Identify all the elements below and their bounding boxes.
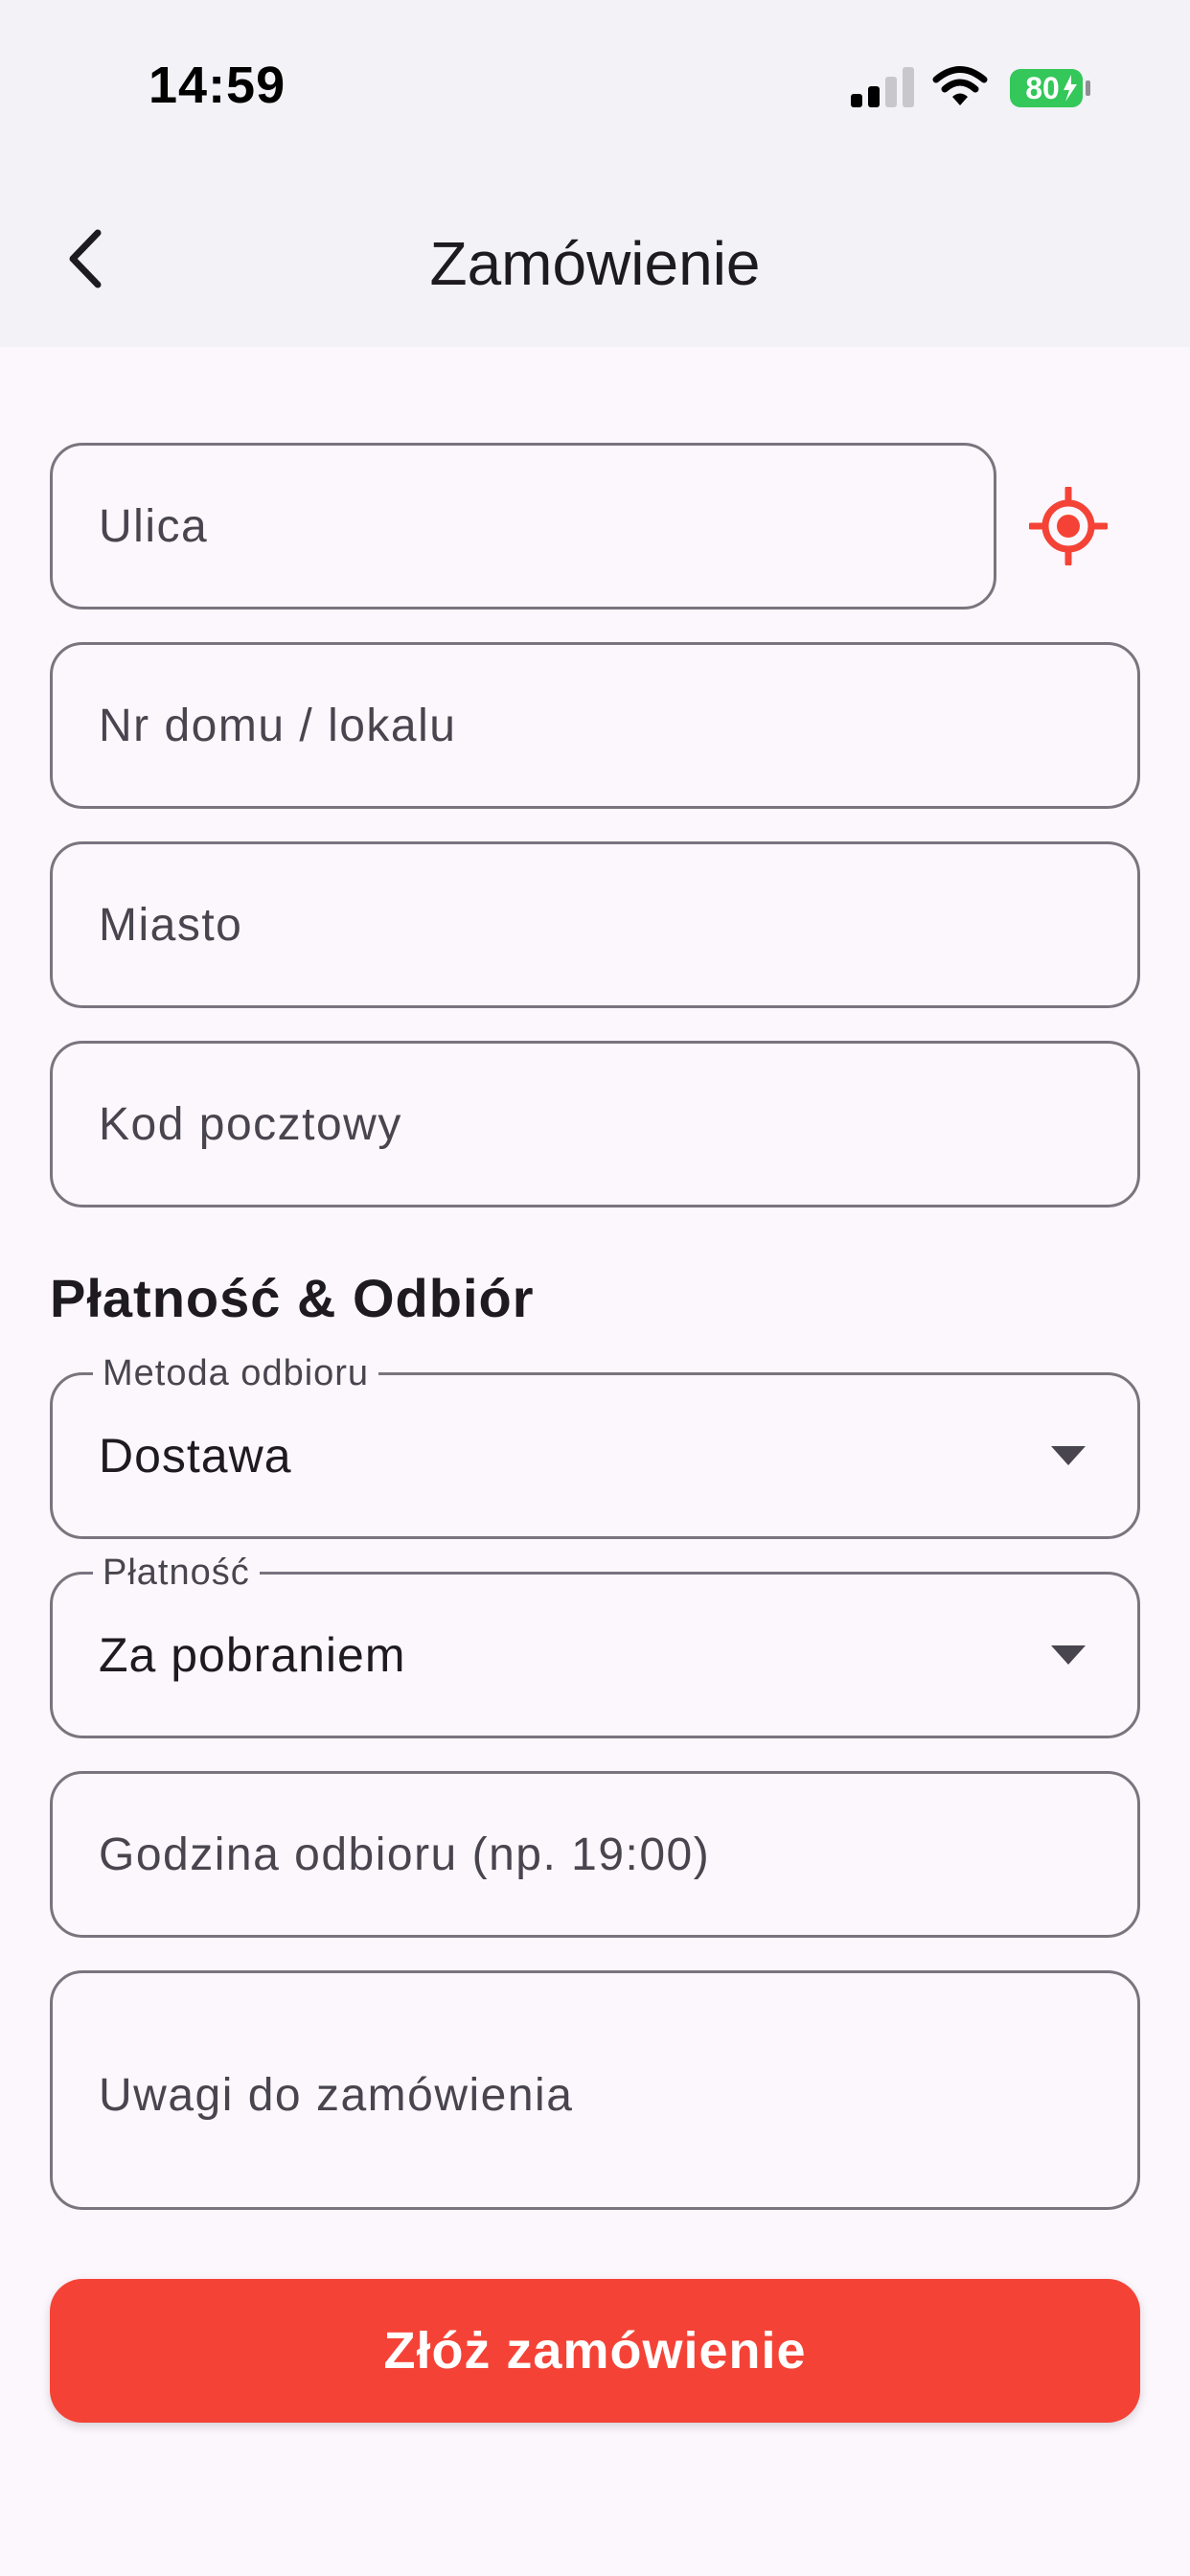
cellular-signal-icon [851,67,914,107]
pickup-time-input[interactable] [53,1774,1137,1935]
postal-code-field [50,1041,1140,1208]
payment-value: Za pobraniem [99,1628,406,1682]
payment-dropdown[interactable]: Płatność Za pobraniem [50,1552,1140,1738]
payment-section-title: Płatność & Odbiór [50,1268,535,1328]
caret-down-icon [1051,1446,1086,1465]
page-title: Zamówienie [429,229,761,298]
street-input[interactable] [53,446,994,607]
postal-code-input[interactable] [53,1044,1137,1205]
wifi-icon [932,66,988,105]
house-number-input[interactable] [53,645,1137,806]
city-input[interactable] [53,844,1137,1005]
status-time: 14:59 [149,57,286,114]
order-notes-input[interactable] [53,1973,1137,2207]
status-bar: 14:59 80 [0,0,1190,182]
submit-order-button[interactable]: Złóż zamówienie [50,2279,1140,2423]
pickup-time-field [50,1771,1140,1938]
battery-level: 80 [1025,71,1060,105]
gps-target-icon[interactable] [1029,487,1108,565]
pickup-method-dropdown[interactable]: Metoda odbioru Dostawa [50,1352,1140,1539]
street-field [50,443,996,610]
caret-down-icon [1051,1645,1086,1665]
order-notes-field [50,1970,1140,2210]
city-field [50,841,1140,1008]
house-number-field [50,642,1140,809]
pickup-method-value: Dostawa [99,1429,292,1483]
